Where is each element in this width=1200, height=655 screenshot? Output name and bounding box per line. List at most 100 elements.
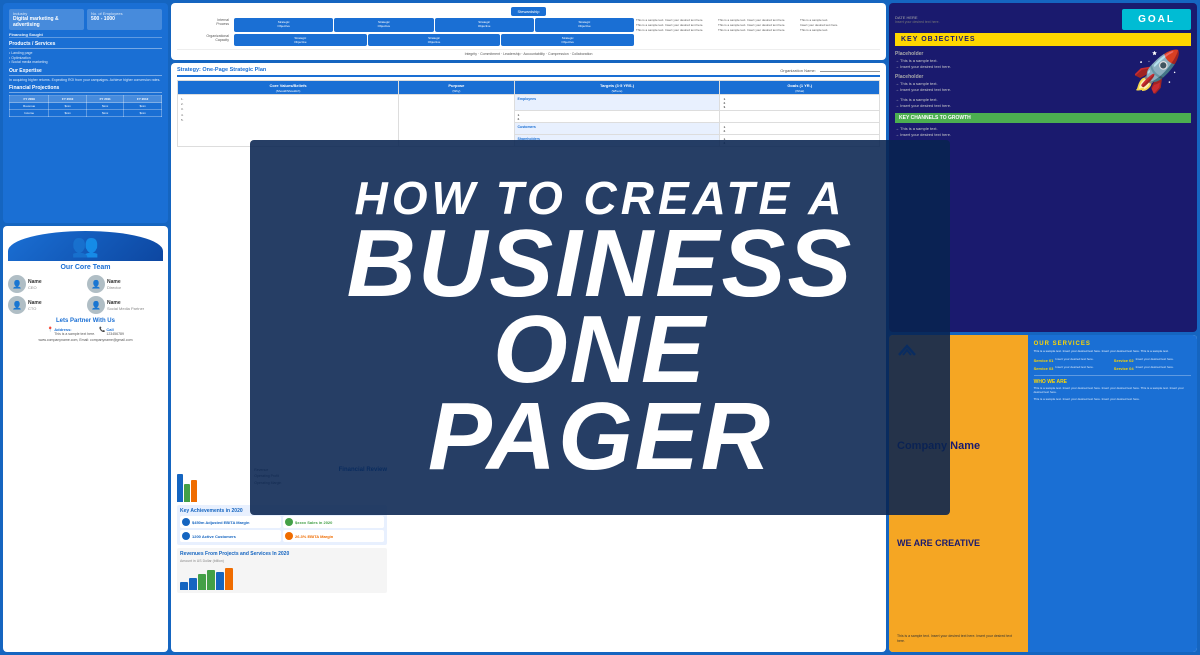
core-team-card: 👥 Our Core Team 👤 Name CEO 👤 Name Direct… [3, 226, 168, 652]
service-item: Service 04 Insert your desired text here… [1114, 366, 1191, 371]
bar-margin [191, 480, 197, 502]
col-header: Goals (1 YR.)(What) [720, 81, 880, 95]
table-cell: Revenue [10, 103, 49, 110]
plan-title: Strategy: One-Page Strategic Plan [177, 67, 266, 73]
service-text: Insert your desired text here. [1055, 366, 1093, 370]
channels-text: → This is a sample text.→ Insert your de… [895, 126, 1191, 138]
contact-info: 📍 Address: This is a sample text here. 📞… [8, 327, 163, 336]
products-list: • Landing page• Optimization• Social med… [9, 51, 162, 65]
strategic-obj-box: StrategicObjective [334, 18, 433, 32]
achievement-value: $450m Adjusted EBITA Margin [192, 520, 249, 525]
revenues-title: Revenues From Projects and Services In 2… [180, 551, 384, 557]
text-placeholder: This is a sample text. Insert your desir… [636, 18, 716, 22]
strategy-table: Core Values/Beliefs(Should/Shouldn't) Pu… [177, 80, 880, 147]
achievements-title: Key Achievements in 2020 [180, 508, 384, 514]
team-grid: 👤 Name CEO 👤 Name Director 👤 [8, 275, 163, 314]
text-placeholder: This is a sample text. Insert your desir… [718, 18, 798, 22]
goals-empty [720, 111, 880, 123]
table-cell: $xxx [124, 103, 162, 110]
achievement-value: 26.3% EBITA Margin [295, 534, 333, 539]
achievement-item: $xxxx Sales in 2020 [283, 516, 384, 528]
service-text: Insert your desired text here. [1055, 358, 1093, 362]
text-placeholder: This is a sample text. Insert your desir… [718, 23, 798, 27]
table-cell: $xxx [87, 110, 124, 117]
service-text: Insert your desired text here. [1136, 366, 1174, 370]
strategic-obj-box: StrategicObjective [234, 18, 333, 32]
table-cell: $xxx [49, 103, 87, 110]
phone-item: 📞 Call 123456789 [99, 327, 124, 336]
text-placeholder: This is a sample text. [800, 18, 880, 22]
employees-value: 500 - 1000 [91, 16, 158, 22]
team-member: 👤 Name CTO [8, 296, 84, 314]
company-card: Company Name WE ARE CREATIVE This is a s… [889, 335, 1197, 652]
team-member: 👤 Name CEO [8, 275, 84, 293]
achievement-item: 1200 Active Customers [180, 530, 281, 542]
achievement-value: $xxxx Sales in 2020 [295, 520, 332, 525]
text-placeholder: This is a sample text. [800, 28, 880, 32]
member-role: Social Media Partner [107, 306, 144, 311]
creative-text: WE ARE CREATIVE [897, 539, 1020, 549]
team-member: 👤 Name Director [87, 275, 163, 293]
employees-label: No. of Employees [91, 11, 158, 16]
website-text: www.companyname.com, Email: companyname@… [8, 338, 163, 342]
rev-bar [198, 574, 206, 590]
strategic-obj-box: StrategicObjective [234, 34, 367, 46]
achievement-icon [182, 532, 190, 540]
service-item: Service 01 Insert your desired text here… [1034, 358, 1111, 363]
address-text: This is a sample text here. [54, 332, 95, 336]
goals-cell: 1. 2. 3. [720, 95, 880, 111]
internal-process-label: InternalProcess [177, 18, 232, 32]
table-header: FY 2011 [87, 96, 124, 103]
service-item: Service 02 Insert your desired text here… [1114, 358, 1191, 363]
achievement-item: $450m Adjusted EBITA Margin [180, 516, 281, 528]
date-label: DATE HERE Insert your desired text here. [895, 15, 940, 24]
rev-bar [180, 582, 188, 590]
goal-box: GOAL [1122, 9, 1191, 30]
industry-value: Digital marketing & advertising [13, 16, 80, 28]
strategic-obj-box: StrategicObjective [501, 34, 634, 46]
values-cell: 1.2.3.4.5. [178, 95, 399, 147]
chart-legend: Revenue Operating Profit Operating Margi… [254, 467, 281, 486]
plan-header: Strategy: One-Page Strategic Plan Organi… [177, 67, 880, 77]
expertise-text: In acquiring higher returns. Expecting R… [9, 78, 162, 83]
text-placeholder: Insert your desired text here. [800, 23, 880, 27]
table-cell: $xxx [124, 110, 162, 117]
purpose-cell [399, 95, 514, 147]
strategic-obj-box: StrategicObjective [435, 18, 534, 32]
bar-revenue [177, 474, 183, 502]
service-text: Insert your desired text here. [1136, 358, 1174, 362]
phone-icon: 📞 [99, 327, 105, 333]
industry-label: Industry [13, 11, 80, 16]
achievement-icon [285, 518, 293, 526]
targets-cell: 1. 2. [514, 111, 720, 123]
service-item: Service 03 Insert your desired text here… [1034, 366, 1111, 371]
placeholder-text-3: → This is a sample text.→ Insert your de… [895, 97, 1191, 109]
key-channels-banner: KEY CHANNELS TO GROWTH [895, 113, 1191, 123]
services-desc: This is a sample text. Insert your desir… [1034, 349, 1191, 353]
address-item: 📍 Address: This is a sample text here. [47, 327, 95, 336]
achievement-icon [182, 518, 190, 526]
who-title: WHO WE ARE [1034, 379, 1191, 385]
who-text: This is a sample text. Insert your desir… [1034, 386, 1191, 394]
org-name-label: Organization Name: [780, 68, 880, 73]
who-text-2: This is a sample text. Insert your desir… [1034, 397, 1191, 401]
member-name: Name [107, 279, 121, 285]
service-num: Service 04 [1114, 366, 1134, 371]
text-placeholder: This is a sample text. Insert your desir… [636, 28, 716, 32]
section-header: Employees [514, 95, 720, 111]
service-num: Service 03 [1034, 366, 1054, 371]
financing-label: Financing Sought [9, 32, 162, 38]
location-icon: 📍 [47, 327, 53, 333]
stewardship-box: Stewardship [511, 7, 545, 16]
col-header: Purpose(Why) [399, 81, 514, 95]
footer-text: Integrity · Commitment · Leadership · Ac… [177, 49, 880, 56]
core-team-title: Our Core Team [8, 264, 163, 271]
avatar: 👤 [87, 296, 105, 314]
org-name-line [820, 71, 880, 72]
member-name: Name [28, 300, 42, 306]
org-strategy-card: Stewardship InternalProcess StrategicObj… [171, 3, 886, 60]
company-name-text: Company Name [897, 440, 1020, 452]
body-text: This is a sample text. Insert your desir… [897, 634, 1020, 644]
strategic-obj-box: StrategicObjective [368, 34, 501, 46]
left-column: Industry Digital marketing & advertising… [3, 3, 168, 652]
